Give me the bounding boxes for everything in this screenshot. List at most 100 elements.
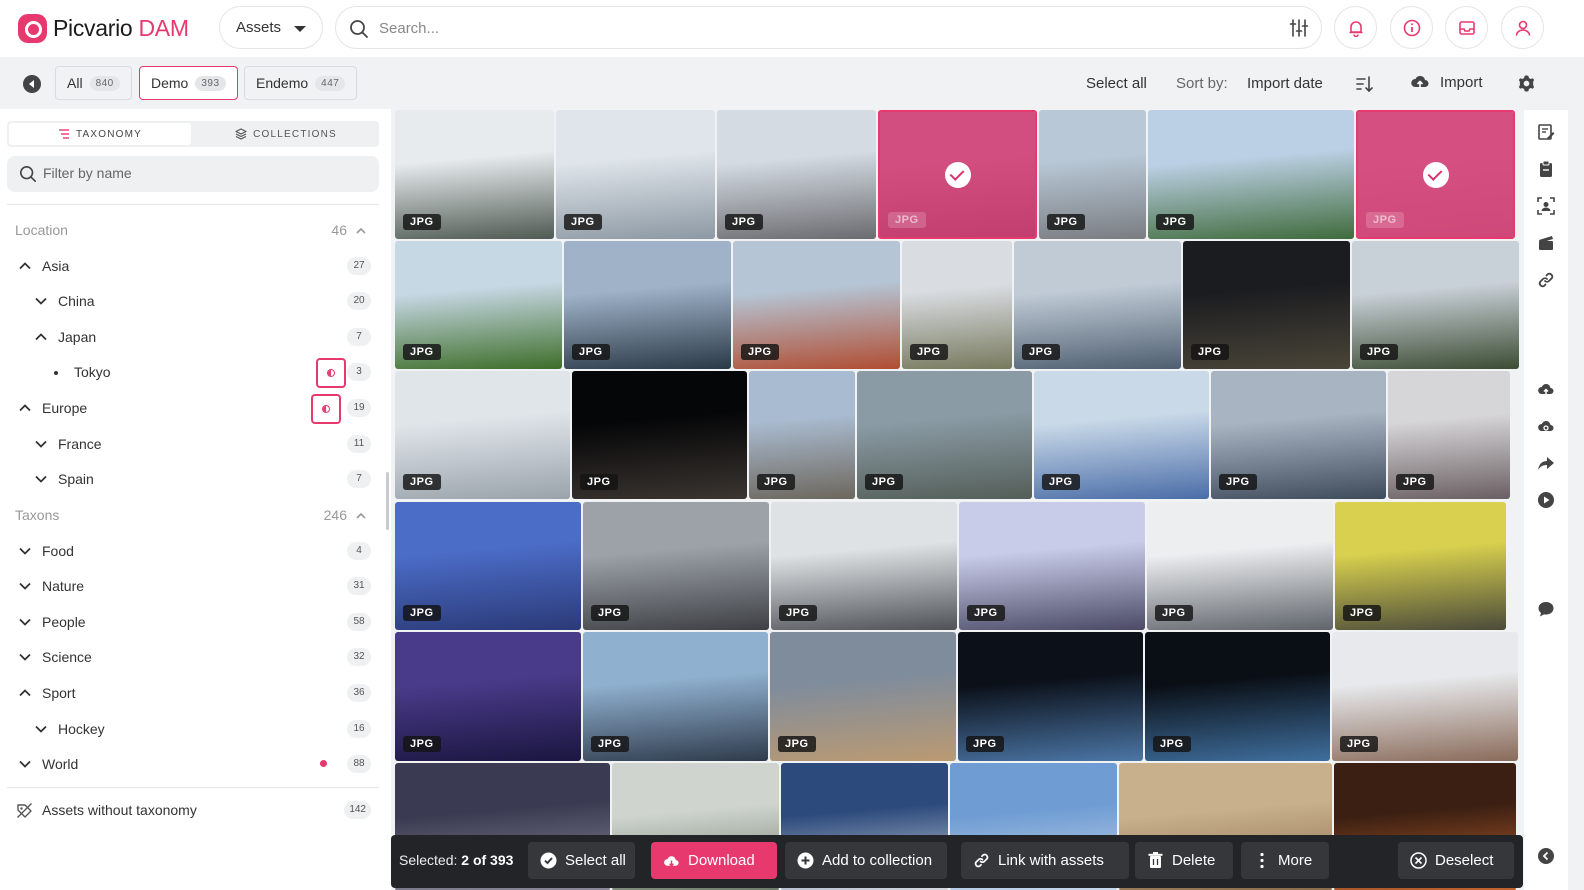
sidebar-scrollbar[interactable] [386,472,389,530]
tab-all[interactable]: All 840 [55,66,132,100]
tab-collections[interactable]: COLLECTIONS [195,123,377,145]
asset-thumbnail-aerial-factory[interactable]: JPG [857,371,1032,499]
asset-thumbnail-server-room[interactable]: JPG [395,632,581,761]
sort-direction-icon[interactable] [1355,75,1373,93]
partial-select-toggle[interactable] [311,394,341,424]
tree-item-china[interactable]: China 20 [0,284,391,318]
tree-item-hockey[interactable]: Hockey 16 [0,712,391,746]
cloud-upload-icon[interactable] [1537,380,1555,398]
link-icon[interactable] [1537,271,1555,289]
notifications-button[interactable] [1334,6,1377,49]
chevron-down-icon[interactable] [18,650,32,664]
settings-gear-icon[interactable] [1517,74,1536,93]
asset-thumbnail-space-station-2[interactable]: JPG [1145,632,1330,761]
asset-thumbnail-museum-future-dubai[interactable]: JPG [395,110,554,239]
info-button[interactable] [1390,6,1433,49]
inbox-button[interactable] [1445,6,1488,49]
deselect-button[interactable]: Deselect [1398,842,1514,879]
asset-thumbnail-car-chassis[interactable]: JPG [771,502,957,630]
chevron-down-icon[interactable] [34,437,48,451]
chevron-down-icon[interactable] [18,615,32,629]
add-to-collection-button[interactable]: Add to collection [785,842,947,879]
profile-button[interactable] [1501,6,1544,49]
link-with-assets-button[interactable]: Link with assets [961,842,1129,879]
chevron-up-icon[interactable] [18,401,32,415]
asset-thumbnail-robot-politician[interactable]: JPG [583,632,768,761]
checkmark-icon[interactable] [944,161,971,188]
scope-dropdown[interactable]: Assets [219,6,323,49]
asset-thumbnail-city-selected[interactable]: JPG [878,110,1037,239]
search-bar[interactable] [335,6,1322,49]
asset-thumbnail-flowers-selected[interactable]: JPG [1356,110,1515,239]
asset-thumbnail-rocket-night[interactable]: JPG [572,371,747,499]
asset-thumbnail-twin-towers[interactable]: JPG [556,110,715,239]
tree-item-tokyo[interactable]: Tokyo 3 [0,355,391,389]
asset-thumbnail-stadium-dusk[interactable]: JPG [564,241,731,369]
tree-item-sport[interactable]: Sport 36 [0,676,391,710]
face-scan-icon[interactable] [1537,197,1555,215]
asset-thumbnail-plastic-sign[interactable]: JPG [1147,502,1333,630]
asset-thumbnail-speaker-podium[interactable]: JPG [395,502,581,630]
asset-thumbnail-art-portrait[interactable]: JPG [1388,371,1510,499]
collapse-right-icon[interactable] [1537,847,1555,865]
tree-item-world[interactable]: World 88 [0,747,391,781]
clipboard-icon[interactable] [1537,160,1555,178]
asset-thumbnail-microscope[interactable]: JPG [1332,632,1518,761]
chevron-down-icon[interactable] [18,544,32,558]
play-circle-icon[interactable] [1537,491,1555,509]
select-all-button[interactable]: Select all [528,842,635,879]
tab-demo[interactable]: Demo 393 [139,66,238,100]
tree-item-spain[interactable]: Spain 7 [0,462,391,496]
partial-select-toggle[interactable] [316,358,346,388]
chevron-up-icon[interactable] [18,259,32,273]
delete-button[interactable]: Delete [1135,842,1233,879]
comment-icon[interactable] [1537,600,1555,618]
chevron-down-icon[interactable] [34,472,48,486]
download-button[interactable]: Download [651,842,777,879]
asset-thumbnail-skyline-water[interactable]: JPG [1014,241,1181,369]
assets-without-taxonomy[interactable]: Assets without taxonomy 142 [0,793,391,827]
share-arrow-icon[interactable] [1537,454,1555,472]
chevron-up-icon[interactable] [34,330,48,344]
app-logo[interactable]: Picvario DAM [18,12,189,44]
cloud-sync-icon[interactable] [1537,417,1555,435]
asset-thumbnail-classroom[interactable]: JPG [1034,371,1209,499]
asset-thumbnail-brick-building[interactable]: JPG [733,241,900,369]
search-input[interactable] [379,17,1259,39]
section-location[interactable]: Location 46 [0,215,391,245]
checkmark-icon[interactable] [1422,161,1449,188]
asset-thumbnail-lab-machine[interactable]: JPG [1211,371,1386,499]
tab-endemo[interactable]: Endemo 447 [244,66,358,100]
select-all-link[interactable]: Select all [1086,75,1147,92]
edit-icon[interactable] [1537,123,1555,141]
tab-taxonomy[interactable]: TAXONOMY [9,123,191,145]
asset-thumbnail-red-cabins[interactable]: JPG [1148,110,1354,239]
section-taxons[interactable]: Taxons 246 [0,500,391,530]
tree-item-nature[interactable]: Nature 31 [0,569,391,603]
asset-thumbnail-greenhouse[interactable]: JPG [395,241,562,369]
asset-thumbnail-radio-dish[interactable]: JPG [749,371,855,499]
asset-thumbnail-night-towers[interactable]: JPG [1183,241,1350,369]
sort-value[interactable]: Import date [1247,75,1323,92]
asset-thumbnail-space-station-1[interactable]: JPG [958,632,1143,761]
chevron-down-icon[interactable] [34,294,48,308]
tree-item-asia[interactable]: Asia 27 [0,249,391,283]
tree-item-science[interactable]: Science 32 [0,640,391,674]
tree-item-people[interactable]: People 58 [0,605,391,639]
tree-item-japan[interactable]: Japan 7 [0,320,391,354]
collapse-left-icon[interactable] [23,75,41,93]
chevron-up-icon[interactable] [18,686,32,700]
chevron-down-icon[interactable] [18,757,32,771]
taxonomy-filter[interactable] [7,156,379,192]
asset-thumbnail-lab-worker[interactable]: JPG [395,371,570,499]
chevron-down-icon[interactable] [18,579,32,593]
asset-thumbnail-expo-engine[interactable]: JPG [583,502,769,630]
asset-thumbnail-habitat-67[interactable]: JPG [902,241,1012,369]
asset-thumbnail-car-platform[interactable]: JPG [959,502,1145,630]
filter-input[interactable] [43,165,363,181]
clapperboard-icon[interactable] [1537,234,1555,252]
import-button[interactable]: Import [1410,73,1483,91]
asset-thumbnail-rocket-launch-day[interactable]: JPG [770,632,956,761]
sliders-icon[interactable] [1289,18,1309,38]
asset-thumbnail-yellow-truck[interactable]: JPG [1335,502,1506,630]
